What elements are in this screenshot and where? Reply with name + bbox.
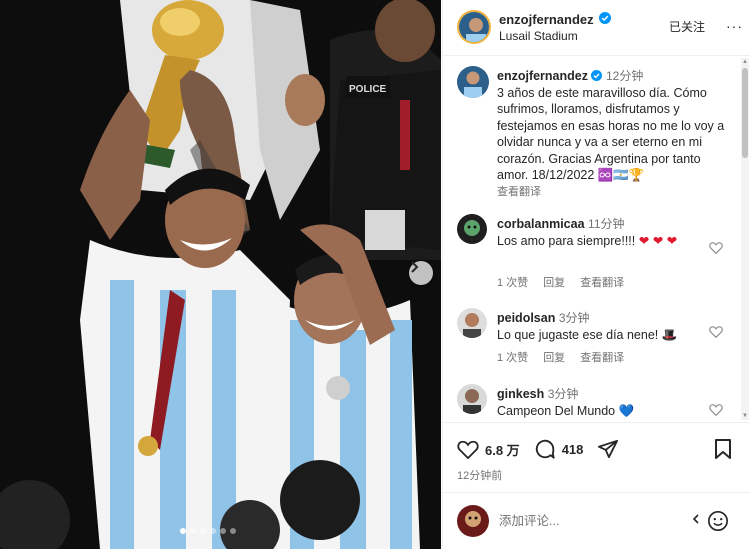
comment-username[interactable]: corbalanmicaa (497, 217, 585, 231)
comment-body: corbalanmicaa 11分钟 Los amo para siempre!… (497, 216, 697, 250)
add-comment-input[interactable] (499, 510, 679, 532)
caption-emoji: ♾️🇦🇷🏆 (597, 168, 645, 182)
comment-text: Los amo para siempre!!!! (497, 234, 636, 248)
caption-time: 12分钟 (605, 69, 644, 83)
comment-text: Campeon Del Mundo (497, 404, 616, 418)
comment-actions: 1 次赞 回复 查看翻译 (497, 274, 624, 290)
carousel-dot (180, 528, 186, 534)
comment-likes-count[interactable]: 1 次赞 (497, 349, 528, 365)
chevron-right-icon (411, 261, 419, 273)
verified-badge-icon (591, 70, 603, 81)
share-button[interactable] (597, 439, 619, 459)
more-options-icon[interactable]: ··· (726, 18, 743, 34)
next-image-button[interactable] (409, 261, 433, 285)
comment-avatar[interactable] (457, 214, 487, 244)
comment-body: peidolsan 3分钟 Lo que jugaste ese día nen… (497, 310, 697, 344)
scroll-up-arrow-icon[interactable]: ▲ (742, 59, 748, 65)
comment-emoji: 🎩 (661, 328, 678, 342)
post-action-bar: 6.8 万 418 12分钟前 (443, 422, 750, 492)
heart-icon (457, 440, 479, 459)
scrollbar-thumb[interactable] (742, 68, 748, 158)
comments-list[interactable]: enzojfernandez 12分钟 3 años de este marav… (443, 56, 743, 422)
add-comment-bar (443, 492, 750, 549)
like-button[interactable] (457, 439, 479, 459)
comment-time: 3分钟 (558, 311, 590, 325)
see-translation-link[interactable]: 查看翻译 (497, 184, 725, 201)
post-side-panel: enzojfernandez Lusail Stadium 已关注 ··· en… (442, 0, 750, 549)
carousel-dot (200, 528, 206, 534)
reply-button[interactable]: 回复 (543, 274, 565, 290)
svg-text:POLICE: POLICE (349, 84, 387, 95)
comment-bubble-icon (535, 439, 555, 459)
comments-scrollbar[interactable]: ▲ ▼ (741, 58, 749, 420)
scroll-down-arrow-icon[interactable]: ▼ (742, 413, 748, 419)
comment-text: Lo que jugaste ese día nene! (497, 328, 659, 342)
comment-time: 11分钟 (588, 217, 625, 231)
reply-button[interactable]: 回复 (543, 349, 565, 365)
post-photo[interactable]: POLICE (0, 0, 441, 549)
carousel-dot (190, 528, 196, 534)
comment-username[interactable]: ginkesh (497, 387, 544, 401)
chevron-left-icon (692, 514, 699, 524)
caption-body: enzojfernandez 12分钟 3 años de este marav… (497, 68, 725, 200)
caption-avatar[interactable] (457, 66, 489, 98)
post-timestamp: 12分钟前 (457, 470, 503, 482)
carousel-dot (230, 528, 236, 534)
celebration-photo: POLICE (0, 0, 441, 549)
heart-outline-icon[interactable] (709, 403, 723, 416)
post-location[interactable]: Lusail Stadium (499, 29, 578, 43)
carousel-dots (180, 528, 236, 534)
see-translation-link[interactable]: 查看翻译 (580, 274, 624, 290)
bookmark-icon[interactable] (714, 439, 732, 459)
verified-badge-icon (599, 12, 611, 24)
current-user-avatar[interactable] (457, 505, 489, 537)
comment-avatar[interactable] (457, 384, 487, 414)
author-avatar[interactable] (457, 10, 491, 44)
carousel-dot (220, 528, 226, 534)
comment-username[interactable]: peidolsan (497, 311, 555, 325)
comment-emoji: 💙 (618, 404, 635, 418)
comment-avatar[interactable] (457, 308, 487, 338)
expand-comment-icon[interactable] (691, 512, 701, 527)
comment-emoji: ❤ ❤ ❤ (638, 234, 678, 248)
comment-body: ginkesh 3分钟 Campeon Del Mundo 💙 (497, 386, 697, 420)
see-translation-link[interactable]: 查看翻译 (580, 349, 624, 365)
post-header: enzojfernandez Lusail Stadium 已关注 ··· (443, 0, 750, 56)
send-paper-plane-icon (598, 439, 619, 459)
likes-count[interactable]: 6.8 万 (485, 440, 520, 459)
comment-likes-count[interactable]: 1 次赞 (497, 274, 528, 290)
action-icons: 6.8 万 418 (457, 438, 619, 460)
following-button[interactable]: 已关注 (669, 18, 705, 35)
comment-actions: 1 次赞 回复 查看翻译 (497, 349, 624, 365)
author-username[interactable]: enzojfernandez (499, 12, 594, 27)
heart-outline-icon[interactable] (709, 241, 723, 254)
caption-username[interactable]: enzojfernandez (497, 69, 588, 83)
comments-count[interactable]: 418 (562, 442, 584, 457)
heart-outline-icon[interactable] (709, 325, 723, 338)
carousel-dot (210, 528, 216, 534)
comment-button[interactable] (534, 438, 556, 460)
comment-time: 3分钟 (547, 387, 579, 401)
emoji-smiley-icon[interactable] (707, 510, 729, 532)
